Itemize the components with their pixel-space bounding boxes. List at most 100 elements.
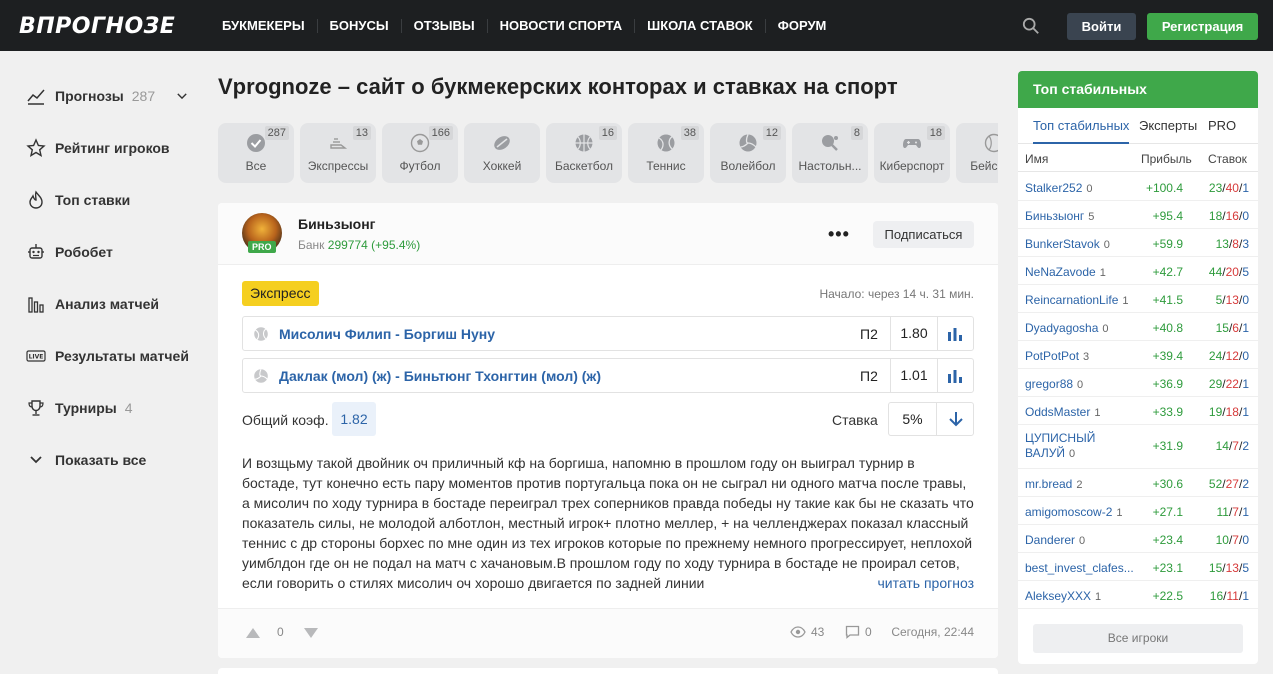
baseball-icon: [984, 133, 998, 153]
sport-tab-baseball[interactable]: Бейсбол: [956, 123, 998, 183]
table-row[interactable]: Dyadyagosha 0 +40.8 15/6/1: [1018, 313, 1258, 341]
tab-experts[interactable]: Эксперты: [1139, 108, 1197, 144]
sport-tab-table-tennis[interactable]: 8 Настольн...: [792, 123, 868, 183]
player-level: 0: [1102, 323, 1109, 335]
all-players-button[interactable]: Все игроки: [1033, 624, 1243, 653]
tab-pro[interactable]: PRO: [1208, 108, 1236, 144]
read-more-link[interactable]: читать прогноз: [837, 573, 974, 593]
table-row[interactable]: best_invest_clafes... +23.1 15/13/5: [1018, 553, 1258, 581]
bet-row[interactable]: Мисолич Филип - Боргиш Нуну П2 1.80: [242, 316, 974, 351]
nav-betting-school[interactable]: ШКОЛА СТАВОК: [635, 18, 766, 33]
register-button[interactable]: Регистрация: [1147, 13, 1258, 40]
table-row[interactable]: mr.bread 2 +30.6 52/27/2: [1018, 469, 1258, 497]
sidebar-item-top-bets[interactable]: Топ ставки: [26, 188, 130, 212]
player-name[interactable]: ЦУПИСНЫЙ ВАЛУЙ 0: [1025, 431, 1115, 462]
sport-tab-express[interactable]: 13 Экспрессы: [300, 123, 376, 183]
sports-filter-bar: 287 Все 13 Экспрессы 166 Футбол Хоккей 1…: [218, 123, 998, 183]
table-row[interactable]: Stalker252 0 +100.4 23/40/1: [1018, 173, 1258, 201]
nav-forum[interactable]: ФОРУМ: [766, 18, 839, 33]
table-row[interactable]: Danderer 0 +23.4 10/7/0: [1018, 525, 1258, 553]
pro-badge: PRO: [248, 241, 276, 253]
player-name[interactable]: NeNaZavode 1: [1025, 265, 1106, 279]
player-name[interactable]: best_invest_clafes...: [1025, 561, 1138, 575]
sport-tab-tennis[interactable]: 38 Теннис: [628, 123, 704, 183]
player-profit: +31.9: [1152, 439, 1183, 453]
player-name[interactable]: AlekseyXXX 1: [1025, 589, 1101, 603]
nav-bonuses[interactable]: БОНУСЫ: [318, 18, 402, 33]
player-name-text: mr.bread: [1025, 477, 1073, 491]
sidebar-item-show-all[interactable]: Показать все: [26, 448, 146, 472]
sidebar-item-match-results[interactable]: LIVE Результаты матчей: [26, 344, 189, 368]
nav-bookmakers[interactable]: БУКМЕКЕРЫ: [210, 18, 318, 33]
table-row[interactable]: NeNaZavode 1 +42.7 44/20/5: [1018, 257, 1258, 285]
player-name[interactable]: OddsMaster 1: [1025, 405, 1100, 419]
table-row[interactable]: ReincarnationLife 1 +41.5 5/13/0: [1018, 285, 1258, 313]
sidebar-item-match-analysis[interactable]: Анализ матчей: [26, 292, 159, 316]
player-name[interactable]: Биньзыонг 5: [1025, 209, 1094, 223]
bet-match-link[interactable]: Даклак (мол) (ж) - Биньтюнг Тхонгтин (мо…: [279, 368, 601, 384]
arrow-down-icon[interactable]: [947, 410, 965, 428]
sport-tab-basketball[interactable]: 16 Баскетбол: [546, 123, 622, 183]
player-name[interactable]: gregor88 0: [1025, 377, 1083, 391]
vote-down-icon[interactable]: [304, 628, 318, 638]
sport-tab-hockey[interactable]: Хоккей: [464, 123, 540, 183]
tab-top-stable[interactable]: Топ стабильных: [1033, 108, 1130, 144]
player-profit: +30.6: [1152, 477, 1183, 491]
subscribe-button[interactable]: Подписаться: [873, 221, 974, 248]
bets-draw: 1: [1242, 181, 1249, 195]
bets-lost: 8: [1232, 237, 1239, 251]
sport-tab-esports[interactable]: 18 Киберспорт: [874, 123, 950, 183]
player-name[interactable]: amigomoscow-2 1: [1025, 505, 1123, 519]
bets-draw: 2: [1242, 439, 1249, 453]
player-name[interactable]: PotPotPot 3: [1025, 349, 1089, 363]
sidebar-item-player-rating[interactable]: Рейтинг игроков: [26, 136, 170, 160]
robot-icon: [28, 244, 44, 259]
table-row[interactable]: AlekseyXXX 1 +22.5 16/11/1: [1018, 581, 1258, 609]
bets-draw: 1: [1242, 321, 1249, 335]
site-logo[interactable]: ВПРОГНОЗЕ: [19, 14, 175, 39]
sport-tab-all[interactable]: 287 Все: [218, 123, 294, 183]
player-name[interactable]: BunkerStavok 0: [1025, 237, 1110, 251]
bet-row[interactable]: Даклак (мол) (ж) - Биньтюнг Тхонгтин (мо…: [242, 358, 974, 393]
sport-label: Настольн...: [798, 159, 862, 173]
bet-match-link[interactable]: Мисолич Филип - Боргиш Нуну: [279, 326, 495, 342]
nav-sports-news[interactable]: НОВОСТИ СПОРТА: [488, 18, 636, 33]
sidebar-item-count: 287: [131, 88, 156, 104]
sport-tab-volleyball[interactable]: 12 Волейбол: [710, 123, 786, 183]
sidebar-item-tournaments[interactable]: Турниры 4: [26, 396, 133, 420]
table-row[interactable]: OddsMaster 1 +33.9 19/18/1: [1018, 397, 1258, 425]
nav-reviews[interactable]: ОТЗЫВЫ: [402, 18, 488, 33]
search-icon[interactable]: [1022, 17, 1040, 35]
table-row[interactable]: Биньзыонг 5 +95.4 18/16/0: [1018, 201, 1258, 229]
player-name[interactable]: Danderer 0: [1025, 533, 1085, 547]
player-name-text: NeNaZavode: [1025, 265, 1096, 279]
more-options-icon[interactable]: •••: [828, 225, 850, 243]
stats-icon[interactable]: [947, 326, 963, 342]
player-profit: +41.5: [1152, 293, 1183, 307]
author-name[interactable]: Биньзыонг: [298, 216, 376, 232]
trophy-icon: [28, 400, 44, 416]
vote-up-icon[interactable]: [246, 628, 260, 638]
sport-tab-football[interactable]: 166 Футбол: [382, 123, 458, 183]
player-name[interactable]: Dyadyagosha 0: [1025, 321, 1109, 335]
page-title: Vprognoze – сайт о букмекерских конторах…: [218, 74, 898, 99]
top-stable-panel: Топ стабильных Топ стабильных Эксперты P…: [1018, 71, 1258, 664]
bets-won: 15: [1208, 561, 1223, 575]
player-name[interactable]: mr.bread 2: [1025, 477, 1082, 491]
table-row[interactable]: gregor88 0 +36.9 29/22/1: [1018, 369, 1258, 397]
player-name[interactable]: ReincarnationLife 1: [1025, 293, 1129, 307]
table-row[interactable]: BunkerStavok 0 +59.9 13/8/3: [1018, 229, 1258, 257]
chevron-down-icon[interactable]: [175, 89, 189, 103]
table-row[interactable]: ЦУПИСНЫЙ ВАЛУЙ 0 +31.9 14/7/2: [1018, 425, 1258, 469]
sidebar-item-predictions[interactable]: Прогнозы 287: [26, 84, 198, 108]
player-name[interactable]: Stalker252 0: [1025, 181, 1093, 195]
stats-icon[interactable]: [947, 368, 963, 384]
player-profit: +23.1: [1152, 561, 1183, 575]
table-row[interactable]: amigomoscow-2 1 +27.1 11/7/1: [1018, 497, 1258, 525]
sidebar-item-robobet[interactable]: Робобет: [26, 240, 113, 264]
table-row[interactable]: PotPotPot 3 +39.4 24/12/0: [1018, 341, 1258, 369]
comment-icon: [845, 625, 860, 639]
comments-count[interactable]: 0: [845, 625, 872, 639]
chart-line-icon: [27, 89, 45, 105]
login-button[interactable]: Войти: [1067, 13, 1136, 40]
